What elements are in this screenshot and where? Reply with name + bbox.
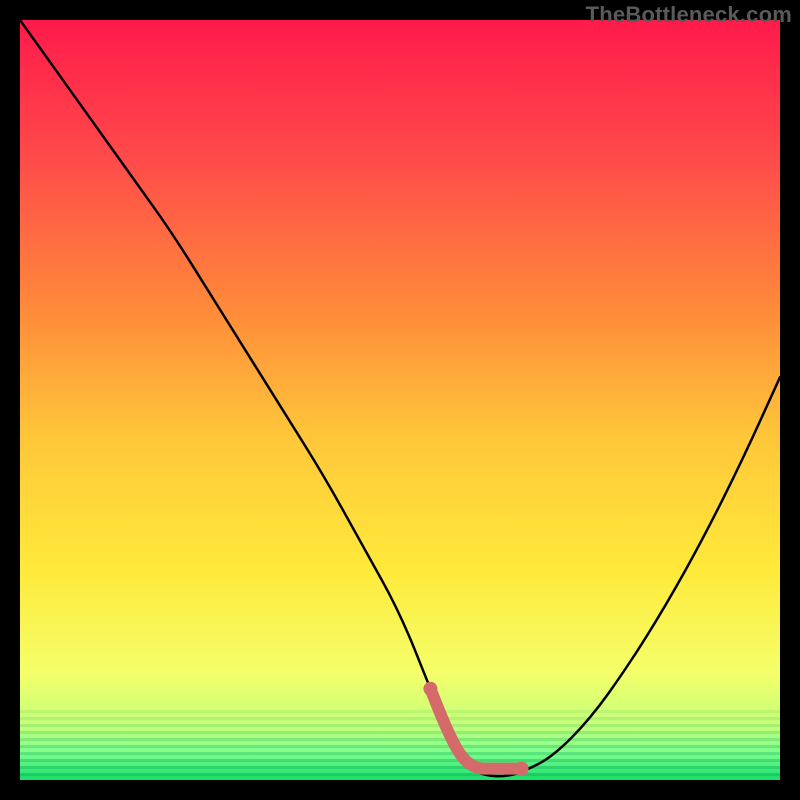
gradient-background [20, 20, 780, 780]
chart-svg [20, 20, 780, 780]
optimal-dot-left [423, 682, 437, 696]
plot-area [20, 20, 780, 780]
chart-frame: TheBottleneck.com [0, 0, 800, 800]
watermark-text: TheBottleneck.com [586, 2, 792, 28]
optimal-dot-right [515, 762, 529, 776]
